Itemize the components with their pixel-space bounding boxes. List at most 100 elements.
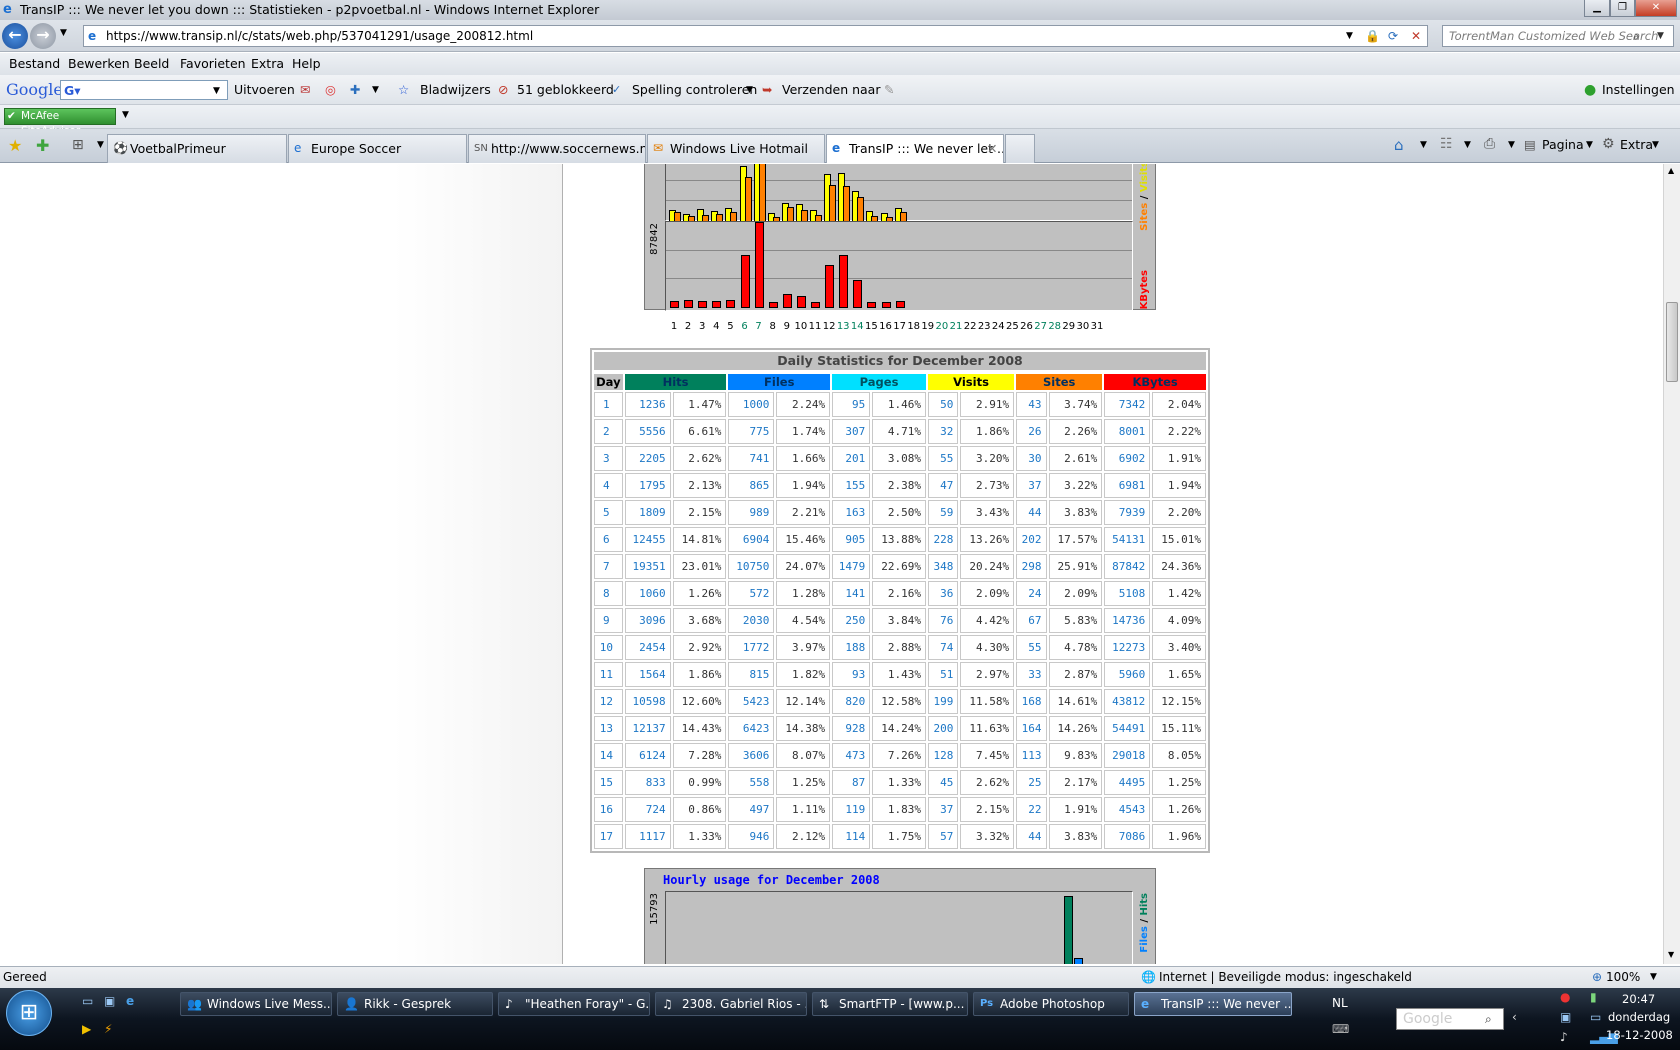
quick-tabs-icon[interactable]: ⊞ (72, 137, 84, 153)
tab-list-dropdown-icon[interactable]: ▼ (97, 140, 104, 150)
window-title-bar[interactable]: e TransIP ::: We never let you down ::: … (0, 0, 1680, 20)
taskbar-search-icon[interactable]: ⌕ (1485, 1009, 1492, 1029)
mcafee-siteadvisor-button[interactable]: ✔ McAfee SiteAdvisor (4, 108, 116, 137)
quicklaunch-folder-icon[interactable]: ▶ (82, 1022, 91, 1036)
quicklaunch-app-icon[interactable]: ⚡ (104, 1022, 112, 1036)
home-dropdown-icon[interactable]: ▼ (1420, 140, 1427, 150)
zoom-level[interactable]: 100% (1606, 967, 1640, 988)
tray-expand-icon[interactable]: ‹ (1512, 1010, 1517, 1024)
stop-icon[interactable]: ✕ (1411, 26, 1421, 46)
url-dropdown-icon[interactable]: ▼ (1346, 26, 1353, 46)
scroll-down-icon[interactable]: ▼ (1668, 950, 1674, 959)
home-icon[interactable]: ⌂ (1394, 136, 1404, 154)
refresh-icon[interactable]: ⟳ (1388, 26, 1398, 46)
taskbar-transip-active[interactable]: e TransIP ::: We never ... (1134, 992, 1292, 1016)
menu-bestand[interactable]: Bestand (9, 53, 60, 75)
taskbar-gabriel-rios[interactable]: ♫ 2308. Gabriel Rios - ... (655, 992, 807, 1016)
tab-voetbalprimeur[interactable]: ⚽ VoetbalPrimeur (107, 134, 287, 163)
sites-visits-plot (665, 164, 1133, 222)
language-indicator[interactable]: NL (1332, 996, 1348, 1010)
scroll-up-icon[interactable]: ▲ (1668, 166, 1674, 175)
minimize-button[interactable]: ▁ (1584, 0, 1610, 17)
security-zone-text[interactable]: Internet | Beveiligde modus: ingeschakel… (1159, 967, 1412, 988)
taskbar-google-search-input[interactable]: Google ⌕ (1396, 1008, 1504, 1030)
percent-cell: 11.63% (960, 716, 1015, 741)
mcafee-dropdown-icon[interactable]: ▼ (122, 110, 129, 120)
print-dropdown-icon[interactable]: ▼ (1508, 140, 1515, 150)
close-window-button[interactable]: ✕ (1635, 0, 1677, 17)
tray-battery-icon[interactable]: ▮ (1590, 990, 1597, 1004)
ie-quicklaunch-icon[interactable]: e (126, 994, 134, 1008)
page-dropdown-icon[interactable]: ▼ (1586, 140, 1593, 150)
taskbar-adobe-photoshop[interactable]: Ps Adobe Photoshop (973, 992, 1129, 1016)
spellcheck-button[interactable]: Spelling controleren (632, 75, 757, 105)
search-dropdown-icon[interactable]: ▼ (1657, 26, 1664, 46)
popups-blocked-button[interactable]: 51 geblokkeerd (517, 75, 614, 105)
google-logo[interactable]: Google (6, 75, 63, 105)
vertical-scrollbar[interactable]: ▲ ▼ (1663, 164, 1680, 964)
forward-button[interactable]: → (30, 23, 56, 49)
value-cell: 87842 (1104, 554, 1151, 579)
menu-help[interactable]: Help (292, 53, 321, 75)
day-cell: 14 (594, 743, 623, 768)
settings-button[interactable]: Instellingen (1602, 75, 1675, 105)
zoom-dropdown-icon[interactable]: ▼ (1650, 967, 1657, 988)
tray-alert-icon[interactable]: ● (1560, 990, 1570, 1004)
pencil-icon[interactable]: ✎ (884, 75, 894, 105)
toolbar-swirl-icon[interactable]: ◎ (325, 75, 336, 105)
tab-europe-soccer[interactable]: e Europe Soccer (288, 134, 467, 163)
page-menu-button[interactable]: Pagina (1542, 137, 1584, 152)
taskbar-windows-live-messenger[interactable]: 👥 Windows Live Mess... (180, 992, 332, 1016)
tray-display-icon[interactable]: ▭ (1590, 1010, 1601, 1024)
feeds-dropdown-icon[interactable]: ▼ (1464, 140, 1471, 150)
close-tab-icon[interactable]: ✕ (987, 135, 997, 162)
menu-favorieten[interactable]: Favorieten (180, 53, 246, 75)
toolbar-more-icon[interactable]: ▼ (372, 75, 379, 105)
taskbar-smartftp[interactable]: ⇅ SmartFTP - [www.p... (812, 992, 968, 1016)
extra-dropdown-icon[interactable]: ▼ (1652, 140, 1659, 150)
toolbar-puzzle-icon[interactable]: ✚ (350, 75, 360, 105)
web-search-input[interactable]: TorrentMan Customized Web Search ⌕ ▼ (1442, 25, 1674, 47)
bookmarks-button[interactable]: Bladwijzers (420, 75, 491, 105)
menu-beeld[interactable]: Beeld (134, 53, 169, 75)
value-cell: 250 (832, 608, 871, 633)
spellcheck-dropdown-icon[interactable]: ▼ (746, 75, 753, 105)
tray-volume-icon[interactable]: ♪ (1560, 1030, 1568, 1044)
favorites-star-icon[interactable]: ★ (8, 136, 22, 155)
feeds-icon[interactable]: ☷ (1440, 136, 1453, 152)
maximize-button[interactable]: ❐ (1610, 0, 1635, 17)
search-icon[interactable]: ⌕ (1633, 26, 1639, 46)
back-button[interactable]: ← (2, 23, 28, 49)
value-cell: 3096 (624, 608, 671, 633)
sites-bar (829, 184, 837, 222)
percent-cell: 2.17% (1048, 770, 1103, 795)
taskbar-rikk-gesprek[interactable]: 👤 Rikk - Gesprek (337, 992, 493, 1016)
add-favorite-icon[interactable]: ✚ (36, 136, 49, 155)
send-to-button[interactable]: Verzenden naar (782, 75, 881, 105)
percent-cell: 12.14% (776, 689, 831, 714)
url-input[interactable]: e https://www.transip.nl/c/stats/web.php… (83, 25, 1428, 47)
taskbar-heathen-foray[interactable]: ♪ "Heathen Foray" - G... (498, 992, 650, 1016)
tray-network-icon[interactable]: ▣ (1560, 1010, 1571, 1024)
google-run-button[interactable]: Uitvoeren (234, 75, 295, 105)
keyboard-icon[interactable]: ⌨ (1332, 1022, 1349, 1036)
menu-extra[interactable]: Extra (251, 53, 284, 75)
google-search-input[interactable]: G▾ ▼ (60, 80, 228, 100)
new-tab-button[interactable] (1005, 134, 1035, 163)
menu-bewerken[interactable]: Bewerken (68, 53, 130, 75)
toolbar-misc-icon[interactable]: ✉ (300, 75, 310, 105)
tab-transip-active[interactable]: e TransIP ::: We never let ... ✕ (826, 134, 1004, 163)
start-button[interactable]: ⊞ (6, 990, 52, 1036)
show-desktop-icon[interactable]: ▭ (82, 994, 93, 1008)
print-icon[interactable]: ⎙ (1484, 136, 1495, 152)
lock-icon[interactable]: 🔒 (1365, 26, 1380, 46)
gridline (666, 200, 1132, 201)
google-search-dropdown-icon[interactable]: ▼ (213, 76, 220, 106)
tab-soccernews[interactable]: SN http://www.soccernews.nl... (468, 134, 646, 163)
scrollbar-thumb[interactable] (1666, 302, 1678, 382)
extra-menu-button[interactable]: Extra (1620, 137, 1653, 152)
history-dropdown-icon[interactable]: ▼ (60, 28, 67, 38)
clock-time[interactable]: 20:47 (1622, 992, 1655, 1006)
tab-hotmail[interactable]: ✉ Windows Live Hotmail (647, 134, 825, 163)
switch-windows-icon[interactable]: ▣ (104, 994, 115, 1008)
